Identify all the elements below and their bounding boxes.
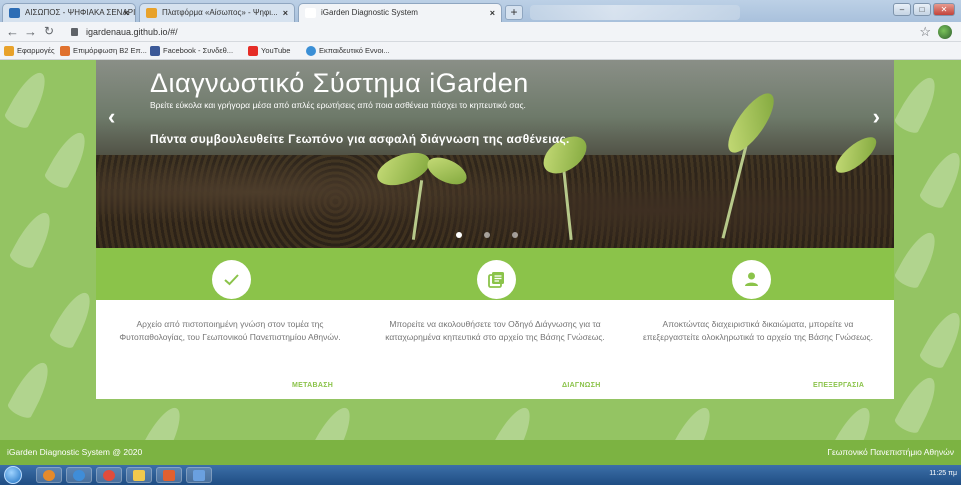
hero-tip: Πάντα συμβουλευθείτε Γεωπόνο για ασφαλή …: [150, 132, 570, 146]
tab-title: iGarden Diagnostic System: [321, 8, 418, 17]
leaf-pattern: [7, 207, 59, 271]
hero-subtitle: Βρείτε εύκολα και γρήγορα μέσα από απλές…: [150, 100, 526, 110]
carousel-dot[interactable]: [456, 232, 462, 238]
paint-icon: [193, 470, 205, 481]
bookmark-apps[interactable]: Εφαρμογές: [4, 45, 55, 57]
bookmark-facebook[interactable]: Facebook - Συνδεθ...: [150, 45, 233, 57]
taskbar-app[interactable]: [96, 467, 122, 483]
bookmark-star-icon[interactable]: ☆: [919, 24, 931, 40]
leaf-pattern: [5, 357, 57, 421]
carousel-dot[interactable]: [512, 232, 518, 238]
close-tab-icon[interactable]: ×: [283, 4, 288, 22]
taskbar-app[interactable]: [156, 467, 182, 483]
leaf-pattern: [917, 147, 961, 211]
bookmark-favicon-icon: [60, 46, 70, 56]
taskbar-app[interactable]: [36, 467, 62, 483]
leaf-pattern: [47, 287, 99, 351]
leaf-pattern: [42, 127, 94, 191]
leaf-pattern: [892, 72, 944, 136]
tab-favicon-icon: [146, 8, 157, 18]
apps-grid-icon: [4, 46, 14, 56]
seedling-leaf: [720, 86, 782, 160]
carousel-dot[interactable]: [484, 232, 490, 238]
tab-favicon-icon: [9, 8, 20, 18]
folder-icon: [133, 470, 145, 481]
bookmarks-bar: Εφαρμογές Επιμόρφωση Β2 Επ... Facebook -…: [0, 42, 961, 60]
extension-icon[interactable]: [938, 25, 952, 39]
leaf-pattern: [2, 67, 54, 131]
facebook-icon: [150, 46, 160, 56]
tab-favicon-icon: [305, 8, 316, 18]
reload-icon[interactable]: ↻: [44, 24, 54, 39]
transfer-link[interactable]: ΜΕΤΑΒΑΣΗ: [292, 382, 333, 389]
start-button[interactable]: [4, 466, 22, 484]
new-tab-button[interactable]: +: [505, 5, 523, 20]
page-footer: iGarden Diagnostic System @ 2020 Γεωπονι…: [0, 440, 961, 465]
forward-arrow-icon[interactable]: →: [24, 24, 37, 39]
feature-description: Μπορείτε να ακολουθήσετε τον Οδηγό Διάγν…: [385, 319, 605, 342]
feature-icon-circle: [212, 260, 251, 299]
close-window-button[interactable]: ✕: [933, 3, 955, 16]
window-controls: – □ ✕: [893, 3, 955, 16]
url-input[interactable]: igardenaua.github.io/#/: [86, 25, 178, 39]
back-arrow-icon[interactable]: ←: [6, 24, 19, 39]
taskbar-app[interactable]: [66, 467, 92, 483]
check-icon: [224, 274, 239, 286]
taskbar-app[interactable]: [126, 467, 152, 483]
feature-icon-circle: [477, 260, 516, 299]
close-tab-icon[interactable]: ×: [490, 4, 495, 22]
page-content: Διαγνωστικό Σύστημα iGarden Βρείτε εύκολ…: [0, 60, 961, 465]
browser-tab-strip: ΑΙΣΩΠΟΣ - ΨΗΦΙΑΚΑ ΣΕΝΑΡΙΑ × Πλατφόρμα «Α…: [0, 0, 961, 22]
minimize-button[interactable]: –: [893, 3, 911, 16]
tab-aisopos-scenarios[interactable]: ΑΙΣΩΠΟΣ - ΨΗΦΙΑΚΑ ΣΕΝΑΡΙΑ ×: [2, 3, 136, 22]
bookmark-item[interactable]: Επιμόρφωση Β2 Επ...: [60, 45, 147, 57]
feature-icon-circle: [732, 260, 771, 299]
hero-title: Διαγνωστικό Σύστημα iGarden: [150, 68, 529, 98]
feature-description: Αποκτώντας διαχειριστικά δικαιώματα, μπο…: [642, 319, 874, 342]
person-icon: [745, 272, 758, 286]
footer-university: Γεωπονικό Πανεπιστήμιο Αθηνών: [827, 447, 954, 457]
tab-title: Πλατφόρμα «Αίσωπος» - Ψηφι...: [162, 8, 278, 17]
feature-description: Αρχείο από πιστοποιημένη γνώση στον τομέ…: [119, 319, 341, 342]
library-icon: [488, 272, 504, 288]
os-taskbar: 11:25 πμ: [0, 465, 961, 485]
bookmark-item[interactable]: Εκπαιδευτικό Εννοι...: [306, 45, 390, 57]
bookmark-youtube[interactable]: YouTube: [248, 45, 290, 57]
tab-title: ΑΙΣΩΠΟΣ - ΨΗΦΙΑΚΑ ΣΕΝΑΡΙΑ: [25, 8, 136, 17]
tab-igarden[interactable]: iGarden Diagnostic System ×: [298, 3, 502, 22]
leaf-pattern: [917, 307, 961, 371]
carousel-next-icon[interactable]: ›: [873, 104, 880, 130]
tab-aisopos-platform[interactable]: Πλατφόρμα «Αίσωπος» - Ψηφι... ×: [139, 3, 295, 22]
leaf-pattern: [892, 372, 944, 436]
carousel-prev-icon[interactable]: ‹: [108, 104, 115, 130]
diagnosis-link[interactable]: ΔΙΑΓΝΩΣΗ: [562, 382, 601, 389]
globe-icon: [306, 46, 316, 56]
hero-carousel: Διαγνωστικό Σύστημα iGarden Βρείτε εύκολ…: [96, 60, 894, 248]
tray-clock: 11:25 πμ: [929, 470, 957, 477]
blurred-region: [530, 5, 740, 20]
close-tab-icon[interactable]: ×: [124, 4, 129, 22]
address-bar: ← → ↻ igardenaua.github.io/#/ ☆: [0, 22, 961, 42]
edit-link[interactable]: ΕΠΕΞΕΡΓΑΣΙΑ: [813, 382, 864, 389]
taskbar-app[interactable]: [186, 467, 212, 483]
firefox-icon: [43, 470, 55, 481]
maximize-button[interactable]: □: [913, 3, 931, 16]
leaf-pattern: [892, 227, 944, 291]
carousel-indicators: [456, 232, 518, 238]
feature-cards: Αρχείο από πιστοποιημένη γνώση στον τομέ…: [96, 248, 894, 399]
cards-body: Αρχείο από πιστοποιημένη γνώση στον τομέ…: [96, 300, 894, 399]
powerpoint-icon: [163, 470, 175, 481]
lock-icon: [71, 28, 78, 36]
chrome-icon: [103, 470, 115, 481]
youtube-icon: [248, 46, 258, 56]
ie-icon: [73, 470, 85, 481]
footer-copyright: iGarden Diagnostic System @ 2020: [7, 447, 143, 457]
